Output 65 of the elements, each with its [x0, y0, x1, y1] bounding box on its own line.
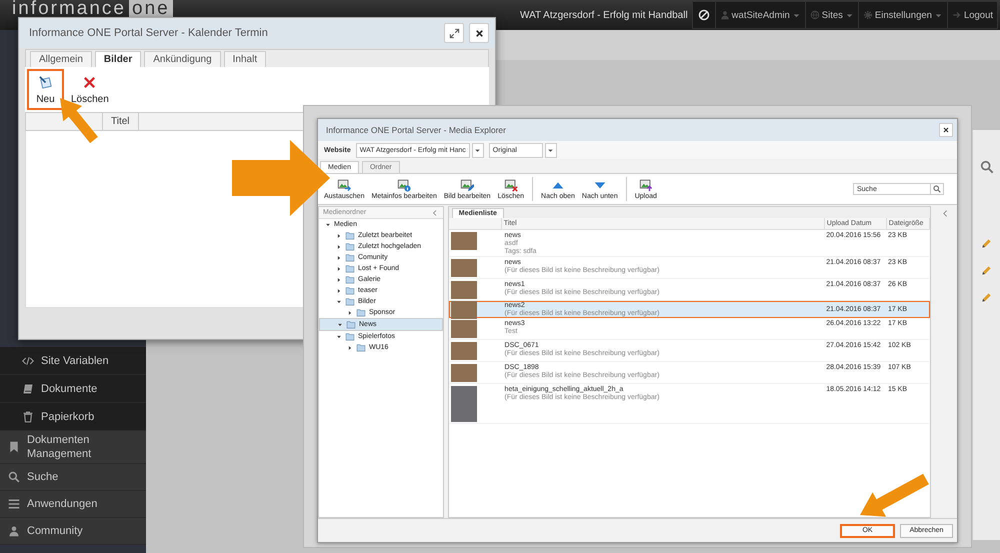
menu-icon — [8, 498, 20, 510]
globe-icon — [810, 10, 820, 20]
sidebar-item[interactable]: Papierkorb — [0, 403, 146, 431]
image-delete-icon — [504, 178, 518, 192]
dropdown-button[interactable] — [472, 142, 484, 158]
gear-icon — [862, 10, 873, 20]
logout-arrow-icon — [952, 10, 962, 20]
bookmark-icon — [8, 441, 20, 453]
caret-icon — [474, 146, 482, 154]
dialog-title: Informance ONE Portal Server - Media Explorer — [326, 125, 507, 135]
new-document-icon — [38, 74, 53, 90]
top-menu-item[interactable]: Logout — [946, 2, 997, 28]
tab[interactable]: Bilder — [94, 51, 142, 67]
trash-icon — [22, 410, 34, 422]
logo-badge: one — [129, 0, 173, 17]
pencil-icon — [981, 238, 992, 249]
photo-placeholder — [450, 300, 477, 318]
sidebar-item[interactable]: Anwendungen — [0, 491, 146, 518]
search-button[interactable] — [931, 183, 944, 195]
toolbar-button[interactable]: Löschen — [67, 69, 113, 110]
book-icon — [22, 382, 34, 394]
dialog-title: Informance ONE Portal Server - Kalender Termin — [29, 27, 269, 39]
photo-placeholder — [450, 386, 477, 422]
image-info-icon — [397, 178, 412, 192]
pencil-icon — [981, 265, 992, 276]
collapse-chevron-icon — [430, 208, 439, 216]
top-menu-item[interactable]: watSiteAdmin — [714, 2, 805, 28]
sidebar-item[interactable]: Dokumente — [0, 375, 146, 403]
photo-placeholder — [450, 320, 477, 338]
close-icon — [474, 28, 484, 38]
tab[interactable]: Allgemein — [30, 51, 92, 67]
search-icon — [980, 160, 994, 174]
search-icon — [8, 471, 20, 483]
photo-placeholder — [450, 259, 477, 277]
sidebar-item[interactable]: Suche — [0, 464, 146, 491]
site-title: WAT Atzgersdorf - Erfolg mit Handball — [520, 10, 688, 20]
user-icon — [720, 10, 730, 20]
image-swap-icon — [337, 178, 352, 192]
photo-placeholder — [450, 342, 477, 360]
delete-icon — [82, 74, 98, 90]
image-upload-icon — [638, 178, 653, 192]
sidebar-item[interactable]: Site Variablen — [0, 347, 146, 375]
photo-placeholder — [450, 281, 477, 299]
tab[interactable]: Inhalt — [224, 51, 266, 67]
tab[interactable]: Ankündigung — [144, 51, 221, 67]
maximize-button[interactable] — [444, 23, 464, 43]
close-button[interactable] — [939, 123, 953, 137]
photo-placeholder — [450, 232, 477, 250]
code-icon — [22, 354, 34, 366]
user-icon — [8, 525, 20, 537]
sidebar-item[interactable]: Community — [0, 518, 146, 545]
expand-icon — [448, 28, 460, 38]
column-header: Titel — [103, 113, 139, 130]
search-icon — [933, 185, 941, 193]
dropdown-button[interactable] — [544, 142, 557, 158]
close-icon — [942, 126, 950, 134]
pencil-icon — [981, 292, 992, 303]
sidebar-item[interactable]: Dokumenten Management — [0, 431, 146, 464]
close-button[interactable] — [469, 23, 489, 43]
photo-placeholder — [450, 364, 477, 382]
logo-text: informance — [12, 0, 126, 17]
caret-icon — [547, 146, 554, 154]
top-menu-item[interactable]: Einstellungen — [858, 2, 947, 28]
top-menu-item[interactable]: Sites — [804, 2, 858, 28]
image-edit-icon — [460, 178, 474, 192]
